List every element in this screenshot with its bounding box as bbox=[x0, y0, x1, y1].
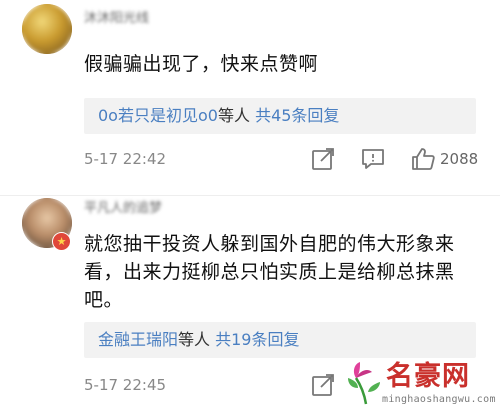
comment-username[interactable]: 沐沐阳光线 bbox=[84, 10, 174, 28]
vip-badge-icon: ★ bbox=[52, 232, 71, 251]
thumbs-up-icon[interactable] bbox=[410, 146, 436, 172]
watermark-url: minghaoshangwu.com bbox=[382, 394, 496, 405]
comment-icon[interactable] bbox=[360, 146, 386, 172]
reply-tail: 等人 bbox=[217, 106, 250, 125]
share-icon[interactable] bbox=[310, 372, 336, 398]
timestamp: 5-17 22:42 bbox=[84, 150, 167, 168]
reply-nick[interactable]: 金融王瑞阳 bbox=[98, 330, 178, 349]
reply-tail: 等人 bbox=[178, 330, 211, 349]
timestamp: 5-17 22:45 bbox=[84, 376, 167, 394]
flower-icon bbox=[348, 362, 380, 405]
comment-text: 就您抽干投资人躲到国外自肥的伟大形象来看，出来力挺柳总只怕实质上是给柳总抹黑吧。 bbox=[84, 233, 455, 311]
reply-count[interactable]: 共19条回复 bbox=[215, 330, 299, 349]
watermark-logo: 名豪网 minghaoshangwu.com bbox=[346, 352, 496, 412]
watermark-title: 名豪网 bbox=[386, 361, 470, 392]
reply-count[interactable]: 共45条回复 bbox=[255, 106, 339, 125]
reply-nick[interactable]: 0o若只是初见o0 bbox=[98, 106, 218, 125]
reply-summary[interactable]: 0o若只是初见o0等人 共45条回复 bbox=[84, 98, 476, 134]
comment-item: 沐沐阳光线 假骗骗出现了，快来点赞啊 0o若只是初见o0等人 共45条回复 5-… bbox=[0, 0, 500, 196]
share-icon[interactable] bbox=[310, 146, 336, 172]
comment-username[interactable]: 平凡人的追梦 bbox=[84, 200, 184, 218]
comment-text: 假骗骗出现了，快来点赞啊 bbox=[84, 53, 319, 75]
avatar[interactable] bbox=[22, 4, 72, 54]
comment-meta: 5-17 22:42 2088 bbox=[84, 146, 480, 174]
like-count: 2088 bbox=[440, 150, 479, 168]
